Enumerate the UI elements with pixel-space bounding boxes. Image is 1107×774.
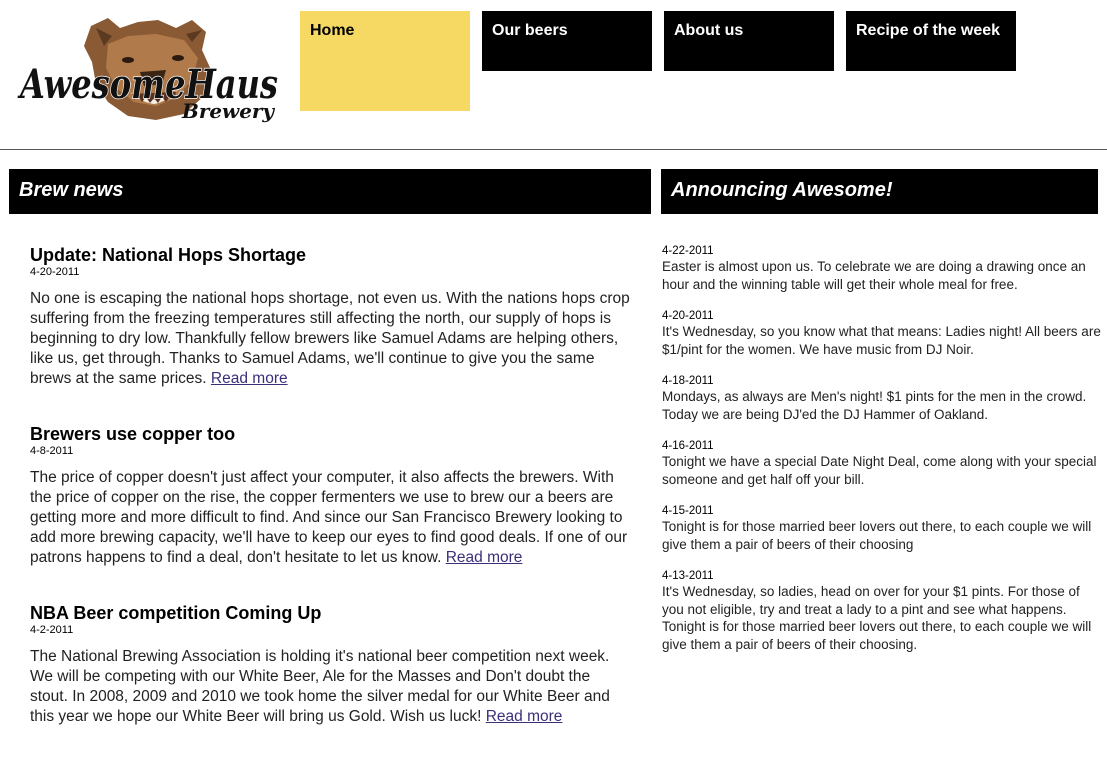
article-text: The price of copper doesn't just affect … bbox=[30, 469, 628, 566]
brew-news-header: Brew news bbox=[9, 169, 651, 214]
announcements-list: 4-22-2011 Easter is almost upon us. To c… bbox=[662, 244, 1102, 669]
nav-our-beers[interactable]: Our beers bbox=[482, 11, 652, 71]
article-title: Update: National Hops Shortage bbox=[30, 245, 307, 265]
announcement-date: 4-20-2011 bbox=[662, 310, 714, 322]
news-article: NBA Beer competition Coming Up 4-2-2011 … bbox=[30, 602, 630, 727]
announcement-date: 4-22-2011 bbox=[662, 245, 714, 257]
announcement-item: 4-16-2011 Tonight we have a special Date… bbox=[662, 439, 1102, 488]
article-text: No one is escaping the national hops sho… bbox=[30, 290, 630, 387]
article-body: No one is escaping the national hops sho… bbox=[30, 289, 630, 389]
news-list: Update: National Hops Shortage 4-20-2011… bbox=[30, 244, 630, 761]
announcement-text: Mondays, as always are Men's night! $1 p… bbox=[662, 389, 1087, 422]
article-date: 4-20-2011 bbox=[30, 266, 80, 278]
brand-logo[interactable]: AwesomeHaus Brewery bbox=[16, 14, 284, 126]
article-date: 4-2-2011 bbox=[30, 624, 74, 636]
article-title: NBA Beer competition Coming Up bbox=[30, 603, 322, 623]
read-more-link[interactable]: Read more bbox=[486, 708, 563, 725]
announcement-text: Easter is almost upon us. To celebrate w… bbox=[662, 259, 1086, 292]
bear-logo-icon: AwesomeHaus Brewery bbox=[16, 18, 279, 123]
announcement-item: 4-13-2011 It's Wednesday, so ladies, hea… bbox=[662, 569, 1102, 653]
article-title: Brewers use copper too bbox=[30, 424, 236, 444]
announcement-text: Tonight is for those married beer lovers… bbox=[662, 519, 1092, 552]
announcement-item: 4-22-2011 Easter is almost upon us. To c… bbox=[662, 244, 1102, 293]
article-body: The price of copper doesn't just affect … bbox=[30, 468, 630, 568]
announcement-date: 4-13-2011 bbox=[662, 570, 714, 582]
announcement-item: 4-18-2011 Mondays, as always are Men's n… bbox=[662, 374, 1102, 423]
announcement-item: 4-20-2011 It's Wednesday, so you know wh… bbox=[662, 309, 1102, 358]
article-body: The National Brewing Association is hold… bbox=[30, 647, 630, 727]
news-article: Brewers use copper too 4-8-2011 The pric… bbox=[30, 423, 630, 568]
read-more-link[interactable]: Read more bbox=[211, 370, 288, 387]
announcement-text: Tonight we have a special Date Night Dea… bbox=[662, 454, 1097, 487]
announcement-item: 4-15-2011 Tonight is for those married b… bbox=[662, 504, 1102, 553]
svg-text:Brewery: Brewery bbox=[181, 99, 275, 123]
announcements-header: Announcing Awesome! bbox=[661, 169, 1098, 214]
nav-home[interactable]: Home bbox=[300, 11, 470, 111]
announcement-date: 4-18-2011 bbox=[662, 375, 714, 387]
article-date: 4-8-2011 bbox=[30, 445, 74, 457]
header-divider bbox=[0, 149, 1107, 150]
announcement-text: It's Wednesday, so you know what that me… bbox=[662, 324, 1101, 357]
read-more-link[interactable]: Read more bbox=[446, 549, 523, 566]
nav-about-us[interactable]: About us bbox=[664, 11, 834, 71]
announcement-text: It's Wednesday, so ladies, head on over … bbox=[662, 584, 1092, 652]
nav-recipe-of-the-week[interactable]: Recipe of the week bbox=[846, 11, 1016, 71]
announcement-date: 4-15-2011 bbox=[662, 505, 714, 517]
announcement-date: 4-16-2011 bbox=[662, 440, 714, 452]
news-article: Update: National Hops Shortage 4-20-2011… bbox=[30, 244, 630, 389]
